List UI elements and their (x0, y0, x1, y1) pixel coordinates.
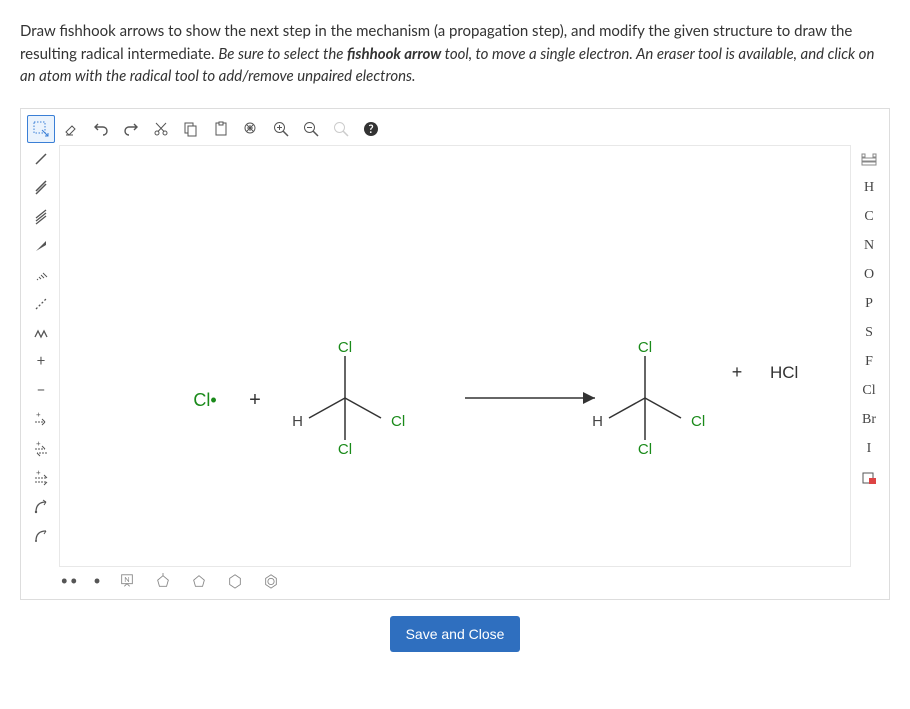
cut-tool[interactable] (147, 115, 175, 143)
chcl3-structure: Cl Cl Cl H (292, 339, 405, 458)
periodic-table-tool[interactable] (855, 145, 883, 173)
structure-editor: ? + − + + + H C N O P S F Cl Br I (20, 108, 890, 600)
charge-minus-tool[interactable]: − (27, 377, 55, 405)
product-structure: Cl Cl Cl H (592, 339, 705, 458)
double-bond-tool[interactable] (27, 174, 55, 202)
element-S[interactable]: S (855, 319, 883, 347)
radical-tool[interactable]: • (89, 567, 105, 595)
ring-cyclopentane-tool[interactable] (185, 567, 213, 595)
cl-radical-label: Cl• (193, 390, 216, 410)
ring-benzene-tool[interactable] (257, 567, 285, 595)
top-toolbar: ? (27, 115, 385, 143)
undo-tool[interactable] (87, 115, 115, 143)
hash-bond-tool[interactable] (27, 261, 55, 289)
element-C[interactable]: C (855, 203, 883, 231)
zoom-in-tool[interactable] (267, 115, 295, 143)
svg-text:Cl: Cl (391, 413, 405, 430)
save-row: Save and Close (20, 616, 890, 652)
svg-text:Cl: Cl (638, 339, 652, 356)
redo-tool[interactable] (117, 115, 145, 143)
element-F[interactable]: F (855, 348, 883, 376)
hcl-label: HCl (770, 363, 798, 382)
equilibrium-arrow-tool[interactable]: + (27, 435, 55, 463)
left-toolbar: + − + + + (27, 145, 55, 550)
element-N[interactable]: N (855, 232, 883, 260)
reaction-arrow-tool[interactable]: + (27, 406, 55, 434)
paste-tool[interactable] (207, 115, 235, 143)
resonance-arrow-tool[interactable]: + (27, 464, 55, 492)
lone-pair-tool[interactable]: •• (59, 567, 81, 595)
plus-1: + (249, 389, 261, 411)
element-P[interactable]: P (855, 290, 883, 318)
svg-text:?: ? (368, 123, 373, 136)
selection-tool[interactable] (27, 115, 55, 143)
element-I[interactable]: I (855, 435, 883, 463)
zoom-out-tool[interactable] (297, 115, 325, 143)
curved-arrow-tool[interactable] (27, 493, 55, 521)
svg-text:Cl: Cl (338, 339, 352, 356)
svg-text:Cl: Cl (691, 413, 705, 430)
zoom-fit-tool[interactable] (237, 115, 265, 143)
element-Br[interactable]: Br (855, 406, 883, 434)
reaction-drawing: Cl• + Cl Cl Cl H (60, 146, 850, 566)
drawing-canvas[interactable]: Cl• + Cl Cl Cl H (59, 145, 851, 567)
plus-2: + (732, 362, 743, 382)
dashed-bond-tool[interactable] (27, 290, 55, 318)
chain-tool[interactable] (27, 319, 55, 347)
element-Cl[interactable]: Cl (855, 377, 883, 405)
ring-cyclopentadiene-tool[interactable] (149, 567, 177, 595)
triple-bond-tool[interactable] (27, 203, 55, 231)
element-H[interactable]: H (855, 174, 883, 202)
svg-text:H: H (592, 413, 603, 430)
svg-text:N: N (124, 574, 129, 583)
help-tool[interactable]: ? (357, 115, 385, 143)
text-n-tool[interactable]: N (113, 567, 141, 595)
bottom-toolbar: •• • N (59, 567, 285, 595)
wedge-bond-tool[interactable] (27, 232, 55, 260)
ring-cyclohexane-tool[interactable] (221, 567, 249, 595)
save-and-close-button[interactable]: Save and Close (390, 616, 521, 652)
element-palette: H C N O P S F Cl Br I (855, 145, 883, 492)
question-text: Draw fishhook arrows to show the next st… (20, 20, 890, 88)
zoom-reset-tool[interactable] (327, 115, 355, 143)
question-italic-before: Be sure to select the (218, 45, 347, 63)
element-O[interactable]: O (855, 261, 883, 289)
eraser-tool[interactable] (57, 115, 85, 143)
fishhook-arrow-tool[interactable] (27, 522, 55, 550)
svg-text:H: H (292, 413, 303, 430)
copy-tool[interactable] (177, 115, 205, 143)
svg-text:Cl: Cl (638, 441, 652, 458)
custom-element-tool[interactable] (855, 464, 883, 492)
question-bold: fishhook arrow (347, 45, 441, 63)
charge-plus-tool[interactable]: + (27, 348, 55, 376)
single-bond-tool[interactable] (27, 145, 55, 173)
svg-text:Cl: Cl (338, 441, 352, 458)
